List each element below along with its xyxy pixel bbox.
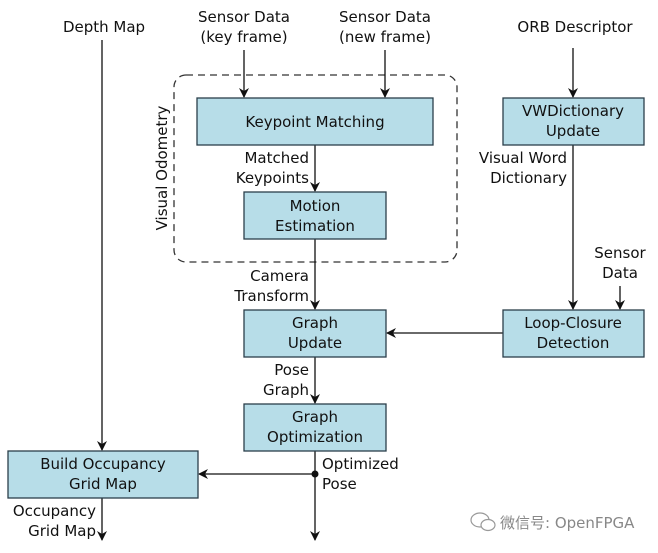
wechat-icon	[470, 512, 496, 532]
svg-text:Detection: Detection	[537, 334, 610, 352]
orb-descriptor-label: ORB Descriptor	[517, 18, 633, 36]
svg-text:Build Occupancy: Build Occupancy	[40, 455, 166, 473]
svg-text:Keypoint Matching: Keypoint Matching	[245, 113, 384, 131]
depth-map-label: Depth Map	[63, 18, 145, 36]
pose-graph-label-2: Graph	[263, 381, 309, 399]
build-occupancy-box: Build Occupancy Grid Map	[7, 450, 199, 499]
keypoint-matching-box: Keypoint Matching	[196, 97, 434, 146]
matched-keypoints-label-2: Keypoints	[236, 169, 309, 187]
graph-optimization-box: Graph Optimization	[243, 403, 387, 452]
sensor-right-label-2: Data	[602, 264, 638, 282]
motion-estimation-box: Motion Estimation	[243, 191, 387, 240]
svg-text:Loop-Closure: Loop-Closure	[524, 314, 622, 332]
sensor-key-label-2: (key frame)	[200, 28, 287, 46]
camera-transform-label-1: Camera	[250, 267, 309, 285]
sensor-new-label-2: (new frame)	[339, 28, 431, 46]
optimized-pose-label-1: Optimized	[322, 455, 399, 473]
svg-text:Graph: Graph	[292, 314, 338, 332]
sensor-right-label-1: Sensor	[594, 244, 646, 262]
matched-keypoints-label-1: Matched	[244, 149, 309, 167]
sensor-new-label-1: Sensor Data	[339, 8, 431, 26]
svg-text:Update: Update	[546, 122, 600, 140]
occupancy-output-label-2: Grid Map	[28, 522, 96, 540]
visual-odometry-label: Visual Odometry	[153, 105, 171, 230]
visual-word-label-2: Dictionary	[490, 169, 567, 187]
camera-transform-label-2: Transform	[233, 287, 309, 305]
vwdictionary-update-box: VWDictionary Update	[502, 97, 645, 146]
watermark: 微信号: OpenFPGA	[500, 514, 635, 532]
occupancy-output-label-1: Occupancy	[13, 502, 96, 520]
svg-text:Update: Update	[288, 334, 342, 352]
svg-text:Estimation: Estimation	[275, 217, 355, 235]
svg-text:Grid Map: Grid Map	[69, 475, 137, 493]
junction-dot	[311, 470, 319, 478]
loop-closure-box: Loop-Closure Detection	[502, 309, 645, 358]
optimized-pose-label-2: Pose	[322, 475, 357, 493]
visual-word-label-1: Visual Word	[479, 149, 567, 167]
sensor-key-label-1: Sensor Data	[198, 8, 290, 26]
slam-diagram: Visual Odometry Keypoint Matching Motion…	[7, 8, 647, 541]
svg-text:Optimization: Optimization	[267, 428, 363, 446]
pose-graph-label-1: Pose	[274, 361, 309, 379]
graph-update-box: Graph Update	[243, 309, 387, 358]
svg-text:VWDictionary: VWDictionary	[522, 102, 624, 120]
svg-text:Graph: Graph	[292, 408, 338, 426]
svg-text:Motion: Motion	[290, 197, 341, 215]
